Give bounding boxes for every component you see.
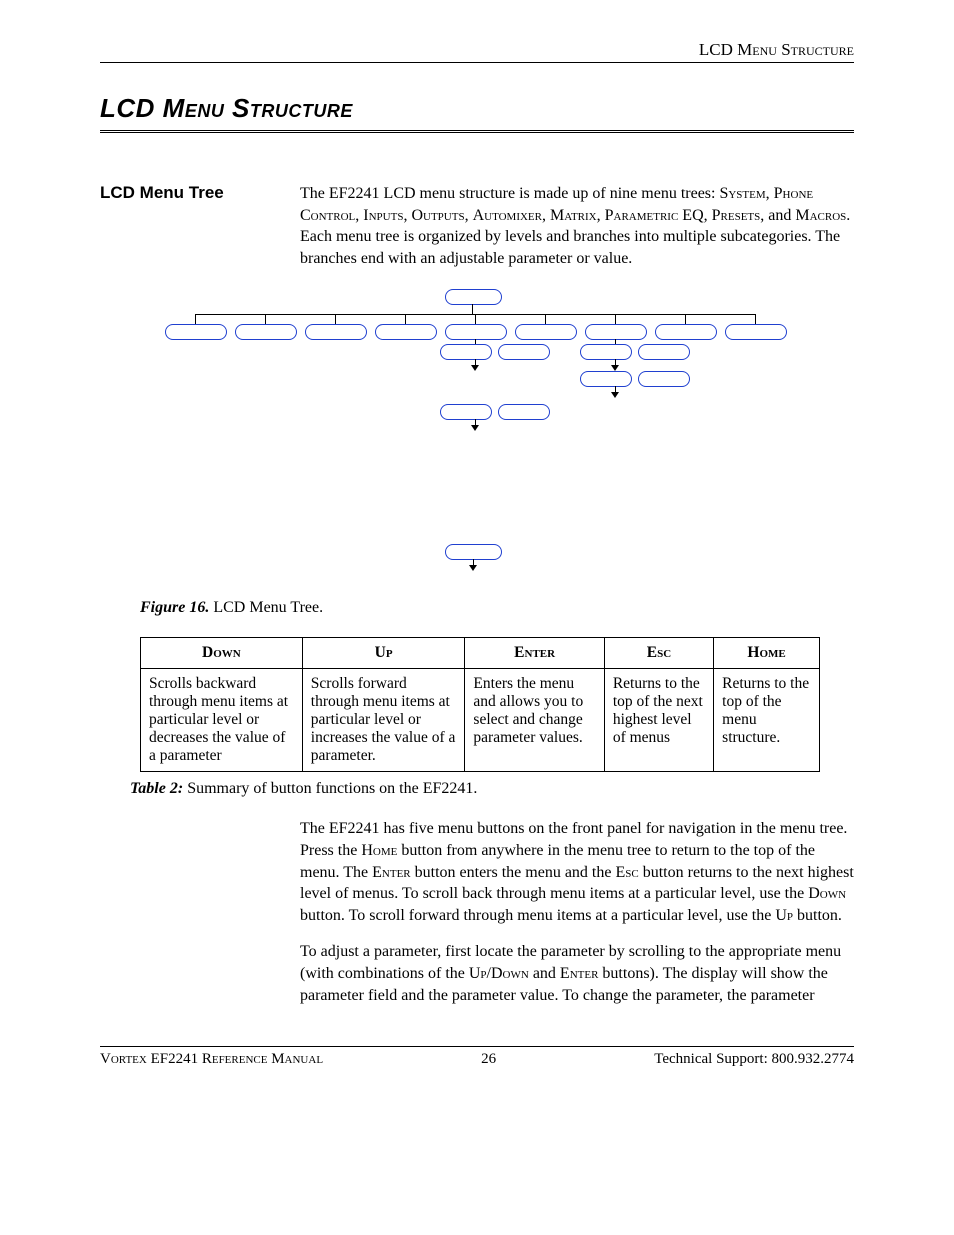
th-enter: Enter (465, 638, 604, 669)
table-header-row: Down Up Enter Esc Home (141, 638, 820, 669)
section-lcd-menu-tree: LCD Menu Tree The EF2241 LCD menu struct… (100, 183, 854, 269)
tree-node (445, 324, 507, 340)
body-paragraph-1: The EF2241 has five menu buttons on the … (300, 818, 854, 926)
tree-node (638, 371, 690, 387)
th-up: Up (302, 638, 465, 669)
running-head: LCD Menu Structure (100, 40, 854, 63)
tree-node (580, 344, 632, 360)
tree-node (585, 324, 647, 340)
figure-caption: Figure 16. LCD Menu Tree. (140, 599, 854, 617)
tree-node (445, 289, 502, 305)
tree-node (515, 324, 577, 340)
tree-node (440, 404, 492, 420)
table-caption: Table 2: Summary of button functions on … (130, 780, 854, 798)
tree-node (498, 344, 550, 360)
tree-node (165, 324, 227, 340)
running-head-text: LCD Menu Structure (699, 40, 854, 59)
tree-node (375, 324, 437, 340)
th-home: Home (714, 638, 820, 669)
table-label: Table 2: (130, 780, 183, 797)
footer-center: 26 (481, 1051, 496, 1068)
section-label: LCD Menu Tree (100, 183, 300, 269)
tree-node (580, 371, 632, 387)
chapter-title: LCD Menu Structure (100, 93, 854, 133)
tree-node (235, 324, 297, 340)
th-down: Down (141, 638, 303, 669)
section-text: The EF2241 LCD menu structure is made up… (300, 183, 854, 269)
td-esc: Returns to the top of the next highest l… (604, 669, 713, 772)
footer-right: Technical Support: 800.932.2774 (654, 1051, 854, 1068)
tree-node (725, 324, 787, 340)
tree-node (655, 324, 717, 340)
figure-label: Figure 16. (140, 599, 209, 616)
page-footer: Vortex EF2241 Reference Manual 26 Techni… (100, 1046, 854, 1068)
td-down: Scrolls backward through menu items at p… (141, 669, 303, 772)
button-function-table: Down Up Enter Esc Home Scrolls backward … (140, 637, 820, 772)
td-up: Scrolls forward through menu items at pa… (302, 669, 465, 772)
td-enter: Enters the menu and allows you to select… (465, 669, 604, 772)
tree-node (445, 544, 502, 560)
tree-node (305, 324, 367, 340)
th-esc: Esc (604, 638, 713, 669)
tree-node (638, 344, 690, 360)
body-paragraph-2: To adjust a parameter, first locate the … (300, 941, 854, 1006)
tree-node (498, 404, 550, 420)
td-home: Returns to the top of the menu structure… (714, 669, 820, 772)
menu-tree-diagram (100, 289, 854, 569)
tree-node (440, 344, 492, 360)
table-row: Scrolls backward through menu items at p… (141, 669, 820, 772)
footer-left: Vortex EF2241 Reference Manual (100, 1051, 323, 1068)
